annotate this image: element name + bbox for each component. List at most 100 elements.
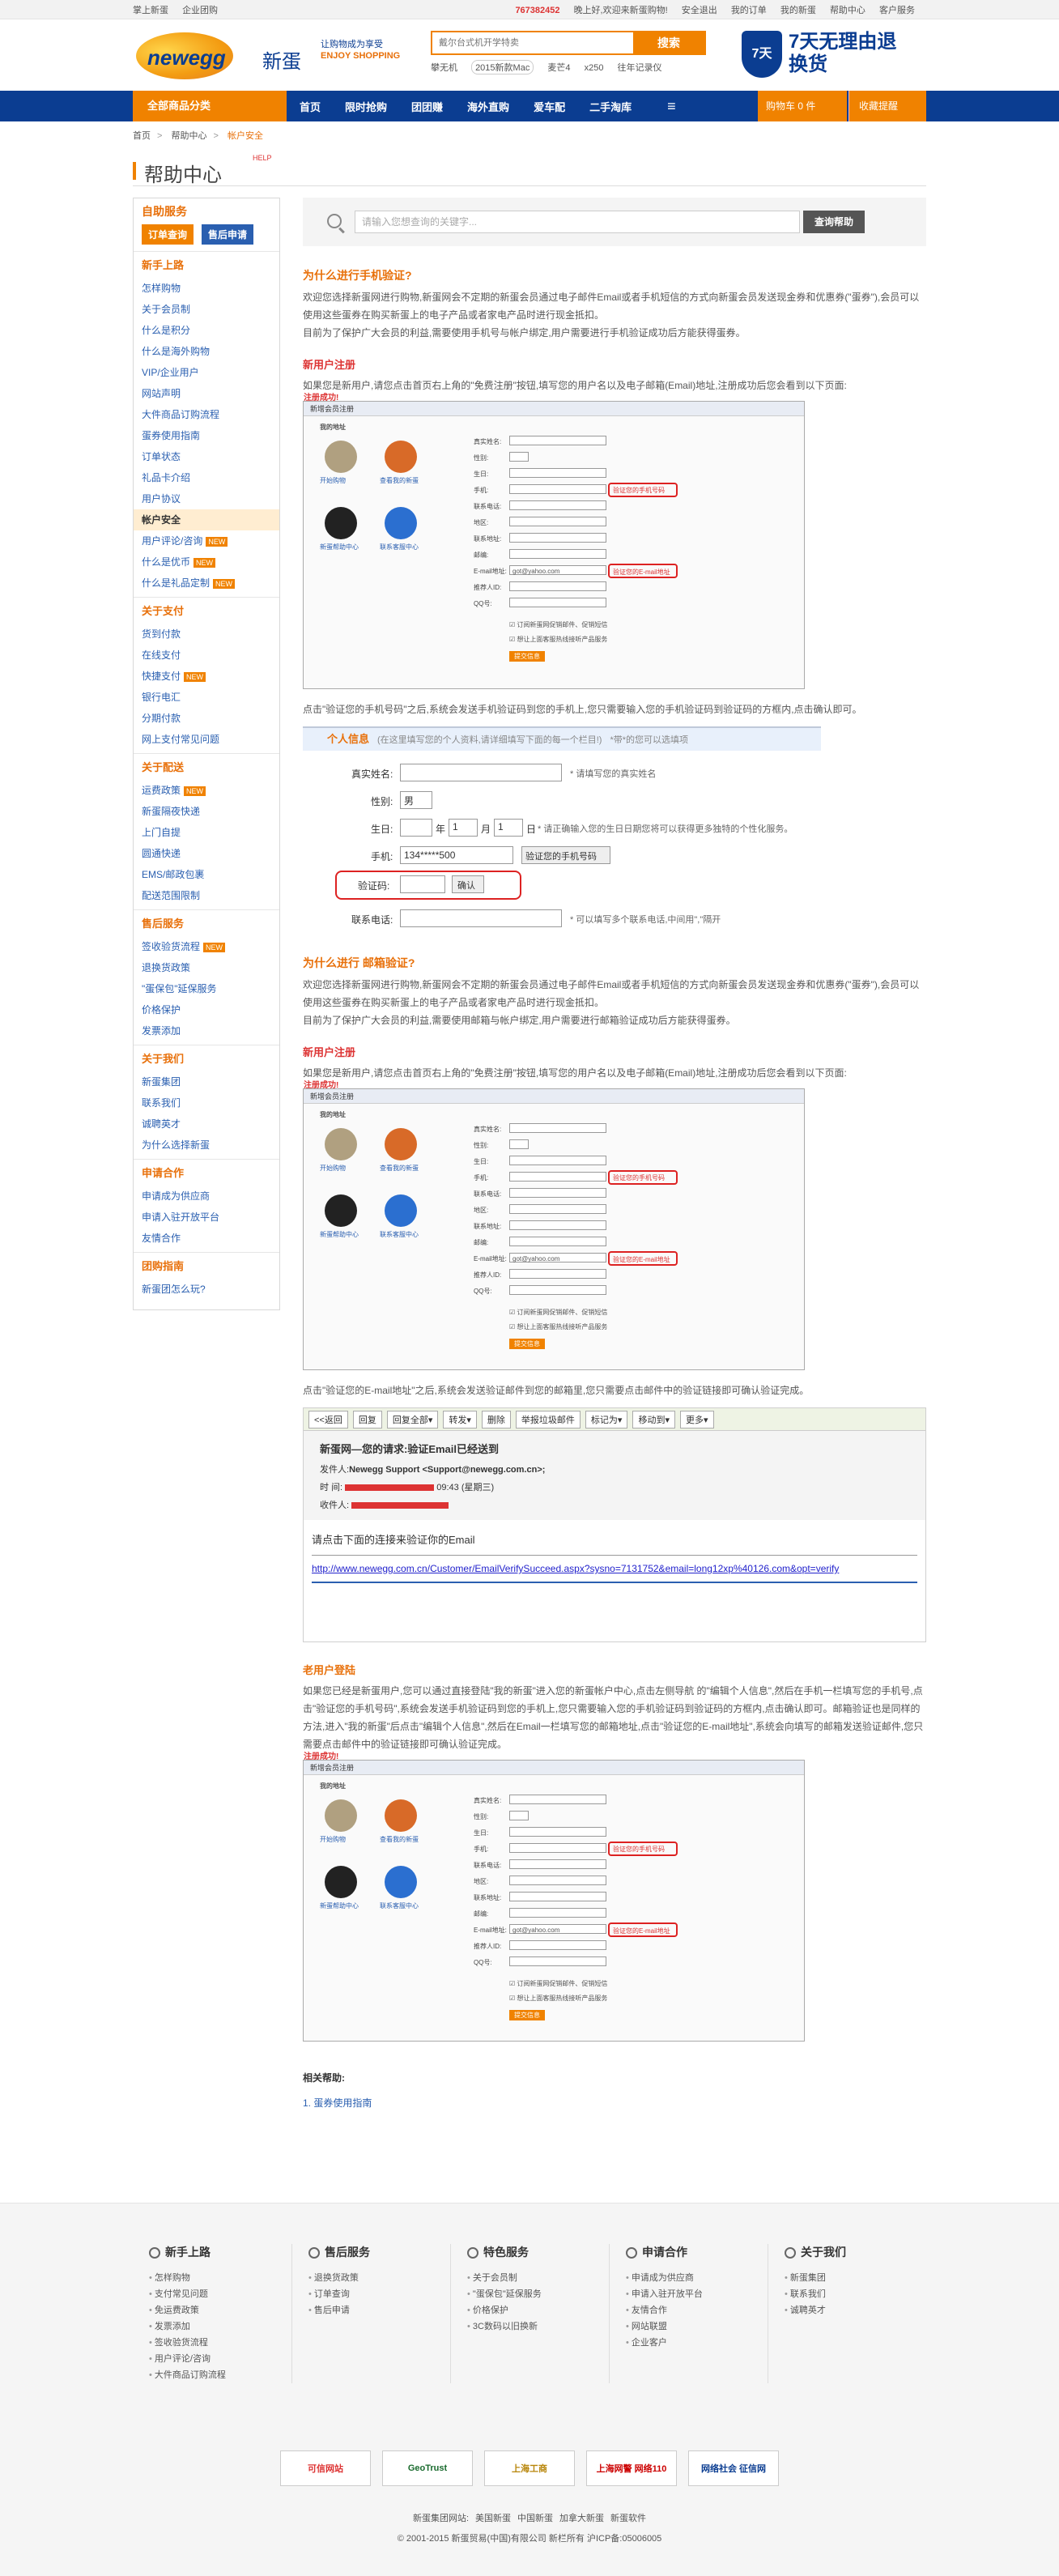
nav-item[interactable]: 团团赚 (411, 99, 443, 114)
cert-badge[interactable]: 上海网警 网络110 (586, 2450, 677, 2486)
year-input[interactable] (400, 819, 432, 837)
favorites-button[interactable]: 收藏提醒 (848, 91, 926, 121)
sidebar-item[interactable]: 运费政策 NEW (134, 780, 279, 801)
tel-input[interactable] (400, 909, 562, 927)
sidebar-item[interactable]: 用户评论/咨询 NEW (134, 530, 279, 551)
enterprise-link[interactable]: 企业团购 (182, 6, 218, 15)
footer-link[interactable]: 售后申请 (308, 2302, 450, 2318)
sidebar-item[interactable]: 什么是积分 (134, 320, 279, 341)
footer-link[interactable]: 发票添加 (149, 2318, 291, 2335)
mail-tool-button[interactable]: 更多▾ (679, 1410, 714, 1429)
footer-link[interactable]: 退换货政策 (308, 2270, 450, 2286)
verify-link[interactable]: http://www.newegg.com.cn/Customer/EmailV… (312, 1555, 917, 1583)
sidebar-item[interactable]: 网站声明 (134, 383, 279, 404)
sidebar-item[interactable]: 网上支付常见问题 (134, 729, 279, 750)
nav-item[interactable]: 限时抢购 (345, 99, 387, 114)
mail-tool-button[interactable]: 回复 (352, 1410, 382, 1429)
footer-link[interactable]: 企业客户 (626, 2335, 768, 2351)
logo[interactable]: newegg 新蛋 (133, 28, 311, 84)
sidebar-item[interactable]: 为什么选择新蛋 (134, 1135, 279, 1156)
sidebar-item[interactable]: 快捷支付 NEW (134, 666, 279, 687)
help-search-input[interactable]: 请输入您想查询的关键字... (355, 211, 800, 233)
mail-tool-button[interactable]: 删除 (481, 1410, 511, 1429)
crumb-home[interactable]: 首页 (133, 131, 151, 141)
footer-link[interactable]: 3C数码以旧换新 (467, 2318, 609, 2335)
cert-badge[interactable]: 可信网站 (280, 2450, 371, 2486)
mail-tool-button[interactable]: 举报垃圾邮件 (515, 1410, 581, 1429)
footer-site-link[interactable]: 新蛋软件 (610, 2514, 646, 2523)
help-link[interactable]: 帮助中心 (830, 6, 865, 15)
sidebar-item[interactable]: VIP/企业用户 (134, 362, 279, 383)
sidebar-item[interactable]: 关于会员制 (134, 299, 279, 320)
my-newegg-link[interactable]: 我的新蛋 (780, 6, 816, 15)
footer-link[interactable]: 免运费政策 (149, 2302, 291, 2318)
footer-link[interactable]: 申请成为供应商 (626, 2270, 768, 2286)
sidebar-item[interactable]: 大件商品订购流程 (134, 404, 279, 425)
sidebar-item[interactable]: 新蛋隔夜快递 (134, 801, 279, 822)
sidebar-item[interactable]: 签收验货流程 NEW (134, 936, 279, 957)
gender-select[interactable]: 男 (400, 791, 432, 809)
sidebar-item[interactable]: 圆通快递 (134, 843, 279, 864)
name-input[interactable] (400, 764, 562, 781)
after-sales-button[interactable]: 售后申请 (202, 224, 254, 245)
nav-item[interactable]: 爱车配 (534, 99, 565, 114)
footer-link[interactable]: 怎样购物 (149, 2270, 291, 2286)
footer-link[interactable]: 签收验货流程 (149, 2335, 291, 2351)
sidebar-item[interactable]: 联系我们 (134, 1092, 279, 1113)
footer-link[interactable]: 新蛋集团 (785, 2270, 926, 2286)
footer-link[interactable]: 网站联盟 (626, 2318, 768, 2335)
hot-keyword[interactable]: 往年记录仪 (618, 63, 662, 73)
sidebar-item[interactable]: 配送范围限制 (134, 885, 279, 906)
mail-tool-button[interactable]: <<返回 (308, 1410, 348, 1429)
sidebar-item[interactable]: 银行电汇 (134, 687, 279, 708)
mail-tool-button[interactable]: 标记为▾ (585, 1410, 628, 1429)
sidebar-item[interactable]: "蛋保包"延保服务 (134, 978, 279, 999)
cert-badge[interactable]: 上海工商 (484, 2450, 575, 2486)
related-link[interactable]: 1. 蛋券使用指南 (303, 2096, 926, 2110)
footer-link[interactable]: 关于会员制 (467, 2270, 609, 2286)
sidebar-item[interactable]: 礼品卡介绍 (134, 467, 279, 488)
user-id[interactable]: 767382452 (515, 6, 559, 15)
cert-badge[interactable]: 网络社会 征信网 (688, 2450, 779, 2486)
hot-keyword[interactable]: 2015新款Mac (471, 60, 534, 75)
footer-link[interactable]: 友情合作 (626, 2302, 768, 2318)
order-query-button[interactable]: 订单查询 (142, 224, 194, 245)
sidebar-item[interactable]: 什么是海外购物 (134, 341, 279, 362)
sidebar-item[interactable]: 退换货政策 (134, 957, 279, 978)
sidebar-item[interactable]: 申请成为供应商 (134, 1186, 279, 1207)
mobile-link[interactable]: 掌上新蛋 (133, 6, 168, 15)
sidebar-item[interactable]: 新蛋集团 (134, 1071, 279, 1092)
footer-site-link[interactable]: 中国新蛋 (517, 2514, 553, 2523)
phone-input[interactable]: 134*****500 (400, 846, 513, 864)
footer-link[interactable]: 价格保护 (467, 2302, 609, 2318)
hot-keyword[interactable]: x250 (585, 63, 604, 73)
service-link[interactable]: 客户服务 (879, 6, 915, 15)
footer-link[interactable]: 支付常见问题 (149, 2286, 291, 2302)
verify-phone-button[interactable]: 验证您的手机号码 (521, 846, 610, 864)
sidebar-item[interactable]: 用户协议 (134, 488, 279, 509)
footer-site-link[interactable]: 加拿大新蛋 (559, 2514, 604, 2523)
sidebar-item[interactable]: 分期付款 (134, 708, 279, 729)
search-button[interactable]: 搜索 (633, 32, 704, 53)
nav-item[interactable]: 首页 (300, 99, 321, 114)
sidebar-item[interactable]: 帐户安全 (134, 509, 279, 530)
sidebar-item[interactable]: 什么是礼品定制 NEW (134, 573, 279, 594)
sidebar-item[interactable]: 货到付款 (134, 624, 279, 645)
hot-keyword[interactable]: 麦芒4 (547, 63, 570, 73)
footer-link[interactable]: 申请入驻开放平台 (626, 2286, 768, 2302)
sidebar-item[interactable]: EMS/邮政包裹 (134, 864, 279, 885)
sidebar-item[interactable]: 什么是优币 NEW (134, 551, 279, 573)
orders-link[interactable]: 我的订单 (731, 6, 767, 15)
mail-tool-button[interactable]: 回复全部▾ (386, 1410, 439, 1429)
sidebar-item[interactable]: 新蛋团怎么玩? (134, 1279, 279, 1300)
search-input[interactable] (432, 32, 635, 53)
footer-link[interactable]: 用户评论/咨询 (149, 2351, 291, 2367)
footer-link[interactable]: 诚聘英才 (785, 2302, 926, 2318)
sidebar-item[interactable]: 价格保护 (134, 999, 279, 1020)
month-select[interactable]: 1 (449, 819, 478, 837)
footer-link[interactable]: 大件商品订购流程 (149, 2367, 291, 2383)
sidebar-item[interactable]: 订单状态 (134, 446, 279, 467)
sidebar-item[interactable]: 上门自提 (134, 822, 279, 843)
sidebar-item[interactable]: 怎样购物 (134, 278, 279, 299)
footer-site-link[interactable]: 美国新蛋 (475, 2514, 511, 2523)
